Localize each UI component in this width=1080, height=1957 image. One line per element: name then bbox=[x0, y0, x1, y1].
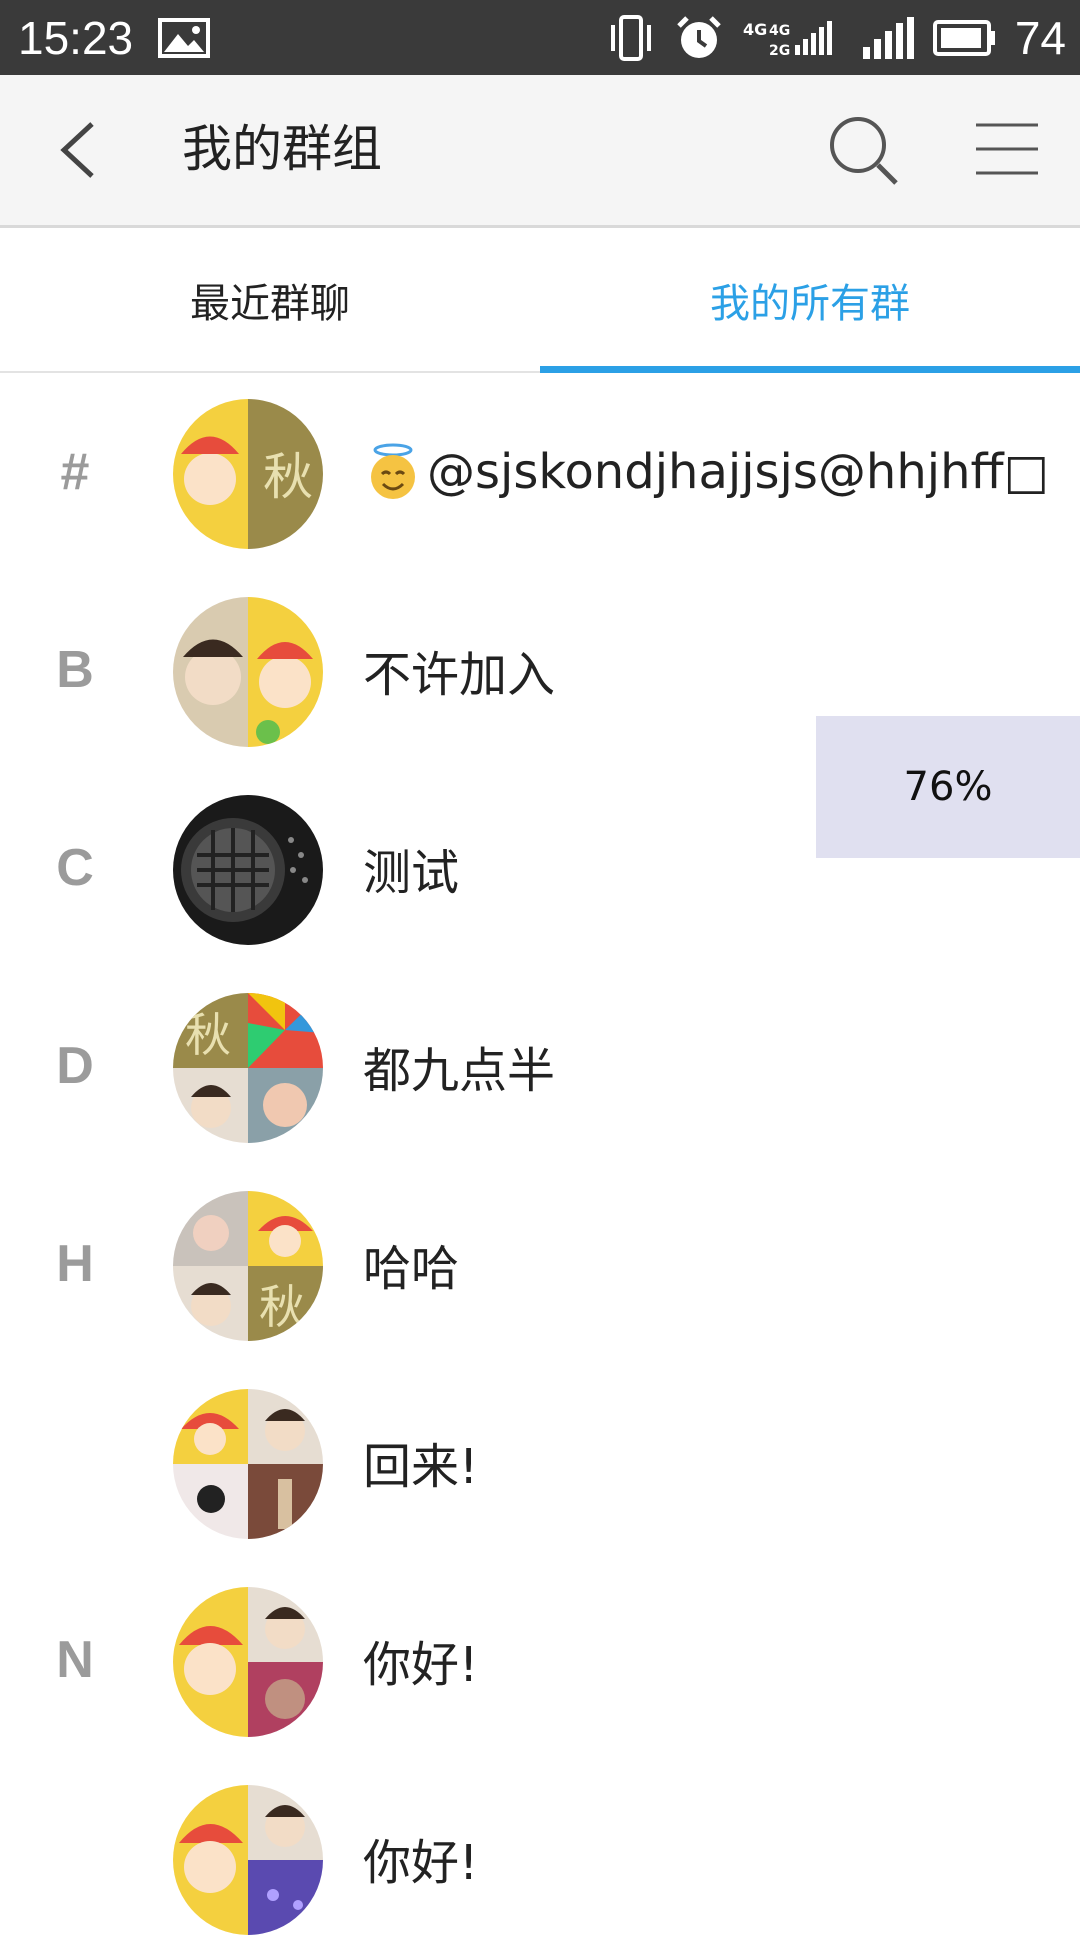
group-avatar bbox=[173, 597, 323, 747]
gallery-icon bbox=[158, 18, 210, 58]
network-4g-icon: 4G 4G 2G bbox=[743, 20, 832, 59]
svg-text:4G: 4G bbox=[769, 23, 790, 39]
index-letter bbox=[40, 1759, 110, 1957]
list-item[interactable]: D 秋 都九点半 bbox=[0, 967, 1080, 1165]
group-name: 测试 bbox=[363, 845, 460, 901]
svg-text:秋: 秋 bbox=[259, 1280, 305, 1334]
svg-text:4G: 4G bbox=[743, 20, 767, 39]
group-name: 你好! bbox=[363, 1835, 479, 1891]
group-name: @sjskondjhajjsjs@hhjhff□ bbox=[363, 373, 1049, 571]
tab-bar: 最近群聊 我的所有群 bbox=[0, 228, 1080, 373]
search-icon[interactable] bbox=[826, 113, 902, 189]
svg-text:2G: 2G bbox=[769, 43, 790, 59]
index-letter: H bbox=[56, 1235, 94, 1293]
group-avatar: 秋 bbox=[173, 399, 323, 549]
svg-text:秋: 秋 bbox=[185, 1008, 231, 1062]
tab-recent-groups[interactable]: 最近群聊 bbox=[0, 228, 540, 371]
group-avatar: 秋 bbox=[173, 1191, 323, 1341]
alarm-icon bbox=[677, 16, 721, 58]
svg-text:秋: 秋 bbox=[263, 448, 313, 506]
index-letter: N bbox=[56, 1631, 94, 1689]
index-letter: # bbox=[60, 443, 90, 501]
signal-icon bbox=[862, 17, 914, 59]
list-item[interactable]: H 秋 哈哈 bbox=[0, 1165, 1080, 1363]
back-arrow-icon[interactable] bbox=[50, 118, 110, 182]
group-avatar bbox=[173, 1389, 323, 1539]
list-item[interactable]: N 你好! bbox=[0, 1561, 1080, 1759]
index-letter: C bbox=[56, 839, 94, 897]
page-title: 我的群组 bbox=[182, 120, 382, 178]
battery-level: 74 bbox=[1014, 12, 1066, 64]
group-avatar bbox=[173, 1785, 323, 1935]
status-icons: 4G 4G 2G 74 bbox=[605, 8, 1066, 68]
active-tab-indicator bbox=[540, 366, 1080, 373]
group-name: 都九点半 bbox=[363, 1043, 556, 1099]
app-bar: 我的群组 bbox=[0, 75, 1080, 228]
group-avatar: 秋 bbox=[173, 993, 323, 1143]
status-time: 15:23 bbox=[18, 12, 134, 64]
group-avatar bbox=[173, 1587, 323, 1737]
list-item[interactable]: 回来! bbox=[0, 1363, 1080, 1561]
group-name: 哈哈 bbox=[363, 1241, 460, 1297]
list-item[interactable]: 你好! bbox=[0, 1759, 1080, 1957]
index-letter: B bbox=[56, 641, 94, 699]
group-avatar bbox=[173, 795, 323, 945]
group-name: 回来! bbox=[363, 1439, 479, 1495]
menu-icon[interactable] bbox=[974, 119, 1040, 179]
index-letter: D bbox=[56, 1037, 94, 1095]
index-letter bbox=[40, 1363, 110, 1561]
status-bar: 15:23 4G 4G 2G 74 bbox=[0, 0, 1080, 75]
battery-icon bbox=[932, 20, 995, 56]
group-name: 你好! bbox=[363, 1637, 479, 1693]
progress-overlay: 76% bbox=[816, 716, 1080, 858]
vibrate-icon bbox=[610, 15, 651, 61]
tab-all-groups[interactable]: 我的所有群 bbox=[540, 228, 1080, 371]
group-name: 不许加入 bbox=[363, 647, 556, 703]
angel-emoji-icon bbox=[371, 443, 415, 499]
group-name-text: @sjskondjhajjsjs@hhjhff□ bbox=[427, 444, 1049, 500]
group-list: # 秋 @sjskondjhajjsjs@hhjhff□ B 不许加入 C 测试… bbox=[0, 373, 1080, 1957]
list-item[interactable]: # 秋 @sjskondjhajjsjs@hhjhff□ bbox=[0, 373, 1080, 571]
